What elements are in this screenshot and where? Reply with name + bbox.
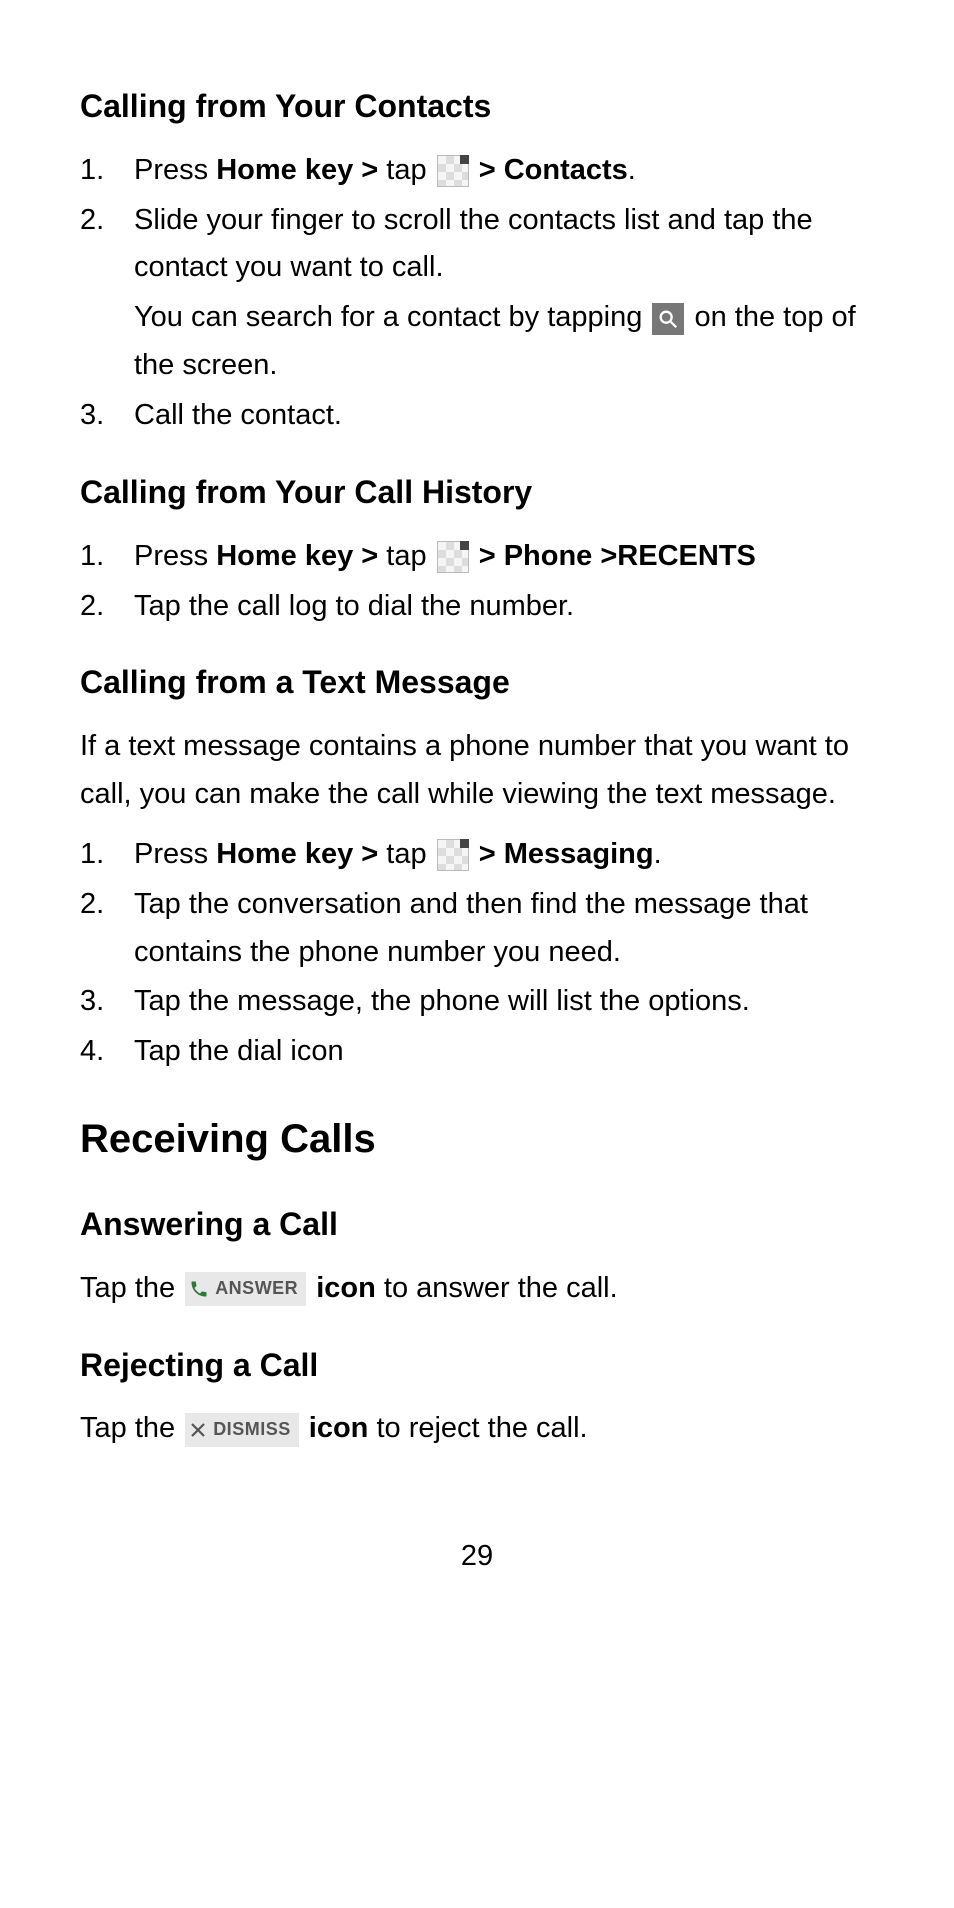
close-icon — [189, 1421, 207, 1439]
search-icon — [652, 303, 684, 335]
list-item: 1. Press Home key > tap > Messaging. — [80, 831, 874, 879]
list-item: 1. Press Home key > tap > Phone >RECENTS — [80, 533, 874, 581]
list-number: 1. — [80, 831, 104, 879]
dismiss-badge: DISMISS — [185, 1413, 299, 1447]
text-bold: Home key > — [216, 540, 386, 572]
text: tap — [386, 540, 434, 572]
text: Tap the — [80, 1272, 183, 1304]
text: to answer the call. — [376, 1272, 618, 1304]
text: . — [628, 154, 636, 186]
list-item: 3. Tap the message, the phone will list … — [80, 978, 874, 1026]
page-number: 29 — [80, 1533, 874, 1581]
list-number: 1. — [80, 147, 104, 195]
list-item: 2. Tap the conversation and then find th… — [80, 881, 874, 977]
list-contacts: 1. Press Home key > tap > Contacts. 2. S… — [80, 147, 874, 440]
text-bold: icon — [316, 1272, 376, 1304]
text: Slide your finger to scroll the contacts… — [134, 204, 813, 284]
heading-contacts: Calling from Your Contacts — [80, 80, 874, 133]
text: tap — [386, 838, 434, 870]
heading-call-history: Calling from Your Call History — [80, 466, 874, 519]
text-bold: icon — [309, 1412, 369, 1444]
text: to reject the call. — [368, 1412, 587, 1444]
text-bold: > Contacts — [479, 154, 628, 186]
list-item: 2. Slide your finger to scroll the conta… — [80, 197, 874, 390]
text-bold: Home key > — [216, 838, 386, 870]
text: Press — [134, 154, 216, 186]
text: Tap the dial icon — [134, 1035, 344, 1067]
text: Tap the — [80, 1412, 183, 1444]
list-number: 3. — [80, 392, 104, 440]
paragraph-answer: Tap the ANSWER icon to answer the call. — [80, 1265, 874, 1313]
list-text-message: 1. Press Home key > tap > Messaging. 2. … — [80, 831, 874, 1076]
list-number: 3. — [80, 978, 104, 1026]
text: tap — [386, 154, 434, 186]
list-call-history: 1. Press Home key > tap > Phone >RECENTS… — [80, 533, 874, 631]
heading-rejecting: Rejecting a Call — [80, 1339, 874, 1392]
heading-answering: Answering a Call — [80, 1198, 874, 1251]
list-item: 2. Tap the call log to dial the number. — [80, 583, 874, 631]
list-item: 3. Call the contact. — [80, 392, 874, 440]
heading-text-message: Calling from a Text Message — [80, 656, 874, 709]
list-number: 2. — [80, 197, 104, 245]
text-bold: > Phone >RECENTS — [479, 540, 756, 572]
apps-grid-icon — [437, 541, 469, 573]
intro-paragraph: If a text message contains a phone numbe… — [80, 723, 874, 819]
text: You can search for a contact by tapping — [134, 301, 650, 333]
answer-label: ANSWER — [215, 1274, 298, 1304]
text: . — [654, 838, 662, 870]
text: Tap the call log to dial the number. — [134, 590, 574, 622]
dismiss-label: DISMISS — [213, 1415, 291, 1445]
text: Press — [134, 838, 216, 870]
text-bold: > Messaging — [479, 838, 654, 870]
heading-receiving-calls: Receiving Calls — [80, 1106, 874, 1172]
paragraph-reject: Tap the DISMISS icon to reject the call. — [80, 1405, 874, 1453]
list-item: 1. Press Home key > tap > Contacts. — [80, 147, 874, 195]
list-number: 2. — [80, 583, 104, 631]
text: Press — [134, 540, 216, 572]
list-item: 4. Tap the dial icon — [80, 1028, 874, 1076]
list-number: 2. — [80, 881, 104, 929]
apps-grid-icon — [437, 839, 469, 871]
text: Tap the message, the phone will list the… — [134, 985, 750, 1017]
list-number: 1. — [80, 533, 104, 581]
list-number: 4. — [80, 1028, 104, 1076]
text-bold: Home key > — [216, 154, 386, 186]
text: Tap the conversation and then find the m… — [134, 888, 808, 968]
answer-badge: ANSWER — [185, 1272, 306, 1306]
apps-grid-icon — [437, 155, 469, 187]
text: Call the contact. — [134, 399, 342, 431]
phone-icon — [189, 1279, 209, 1299]
